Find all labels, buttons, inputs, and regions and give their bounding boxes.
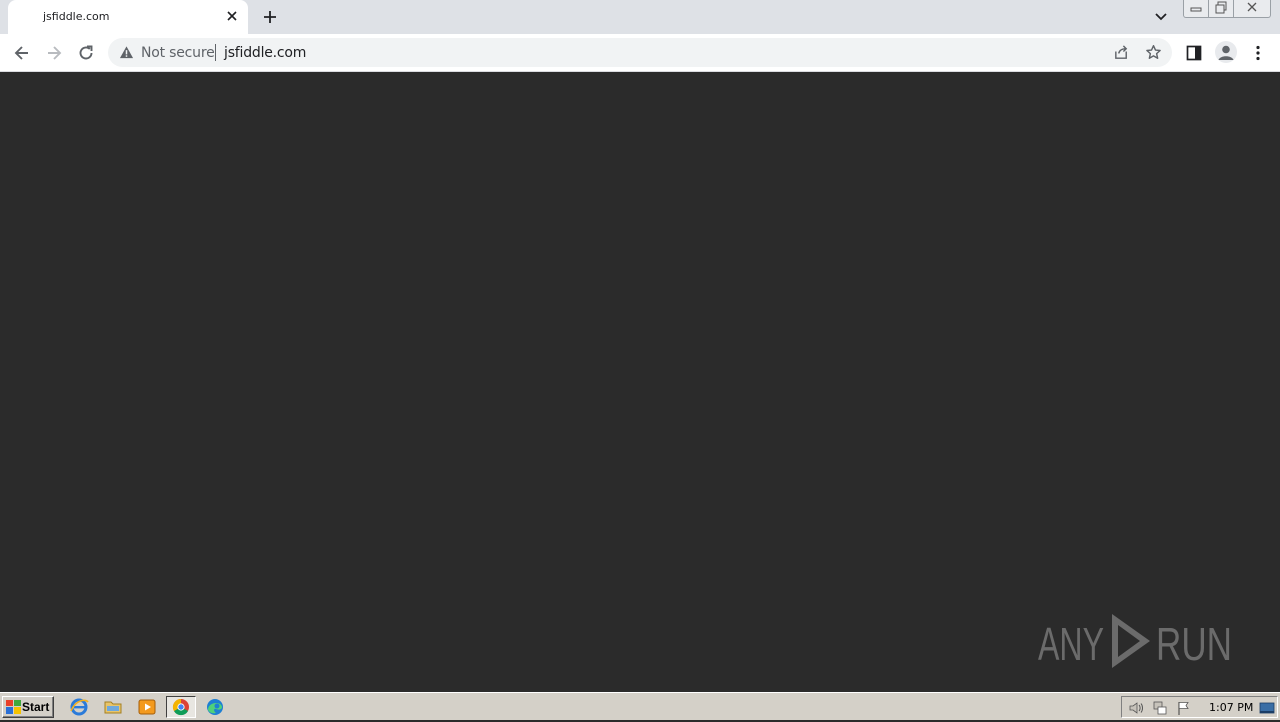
system-tray: 1:07 PM (1121, 696, 1278, 718)
tab-title: jsfiddle.com (43, 10, 110, 23)
start-button[interactable]: Start (2, 696, 54, 718)
chrome-taskbar-button[interactable] (166, 696, 196, 718)
warning-icon[interactable] (119, 45, 134, 60)
internet-explorer-icon[interactable] (68, 697, 90, 717)
browser-toolbar: Not secure jsfiddle.com (0, 34, 1280, 72)
close-icon[interactable] (224, 8, 240, 24)
minimize-button[interactable] (1183, 0, 1209, 18)
omnibox-divider (215, 44, 216, 61)
media-player-icon[interactable] (136, 697, 158, 717)
security-label[interactable]: Not secure (141, 45, 215, 61)
back-arrow-icon[interactable] (12, 43, 32, 63)
show-desktop-icon[interactable] (1259, 700, 1275, 716)
watermark-text-left: ANY (1038, 618, 1104, 670)
restore-button[interactable] (1208, 0, 1234, 18)
forward-arrow-icon[interactable] (44, 43, 64, 63)
tab-strip: jsfiddle.com (0, 0, 1280, 34)
profile-button[interactable] (1215, 41, 1237, 63)
minimize-icon (1190, 7, 1202, 12)
play-icon (1112, 614, 1150, 668)
flag-icon[interactable] (1176, 700, 1192, 716)
edge-icon[interactable] (204, 697, 226, 717)
browser-tab[interactable]: jsfiddle.com (8, 0, 248, 34)
windows-logo-icon (6, 700, 21, 714)
url-text[interactable]: jsfiddle.com (224, 45, 306, 61)
network-icon[interactable] (1152, 700, 1168, 716)
side-panel-icon[interactable] (1184, 43, 1204, 63)
start-label: Start (22, 700, 50, 714)
page-content: ANY RUN (0, 72, 1280, 692)
star-icon[interactable] (1145, 44, 1162, 61)
chrome-icon (172, 698, 189, 716)
reload-icon[interactable] (76, 43, 96, 63)
close-window-button[interactable] (1233, 0, 1271, 18)
address-bar[interactable]: Not secure jsfiddle.com (108, 38, 1172, 67)
speaker-icon[interactable] (1128, 700, 1144, 716)
chevron-down-icon[interactable] (1152, 8, 1170, 26)
clock[interactable]: 1:07 PM (1209, 701, 1253, 714)
restore-icon (1215, 1, 1227, 14)
close-icon (1247, 2, 1257, 12)
folder-icon[interactable] (102, 697, 124, 717)
taskbar: Start 1:07 PM (0, 692, 1280, 720)
plus-icon[interactable] (260, 7, 280, 27)
profile-icon (1218, 45, 1234, 60)
share-icon[interactable] (1113, 44, 1130, 61)
watermark-text-right: RUN (1156, 618, 1232, 670)
watermark-logo: ANY RUN (1038, 614, 1232, 670)
kebab-menu-icon[interactable] (1248, 43, 1268, 63)
